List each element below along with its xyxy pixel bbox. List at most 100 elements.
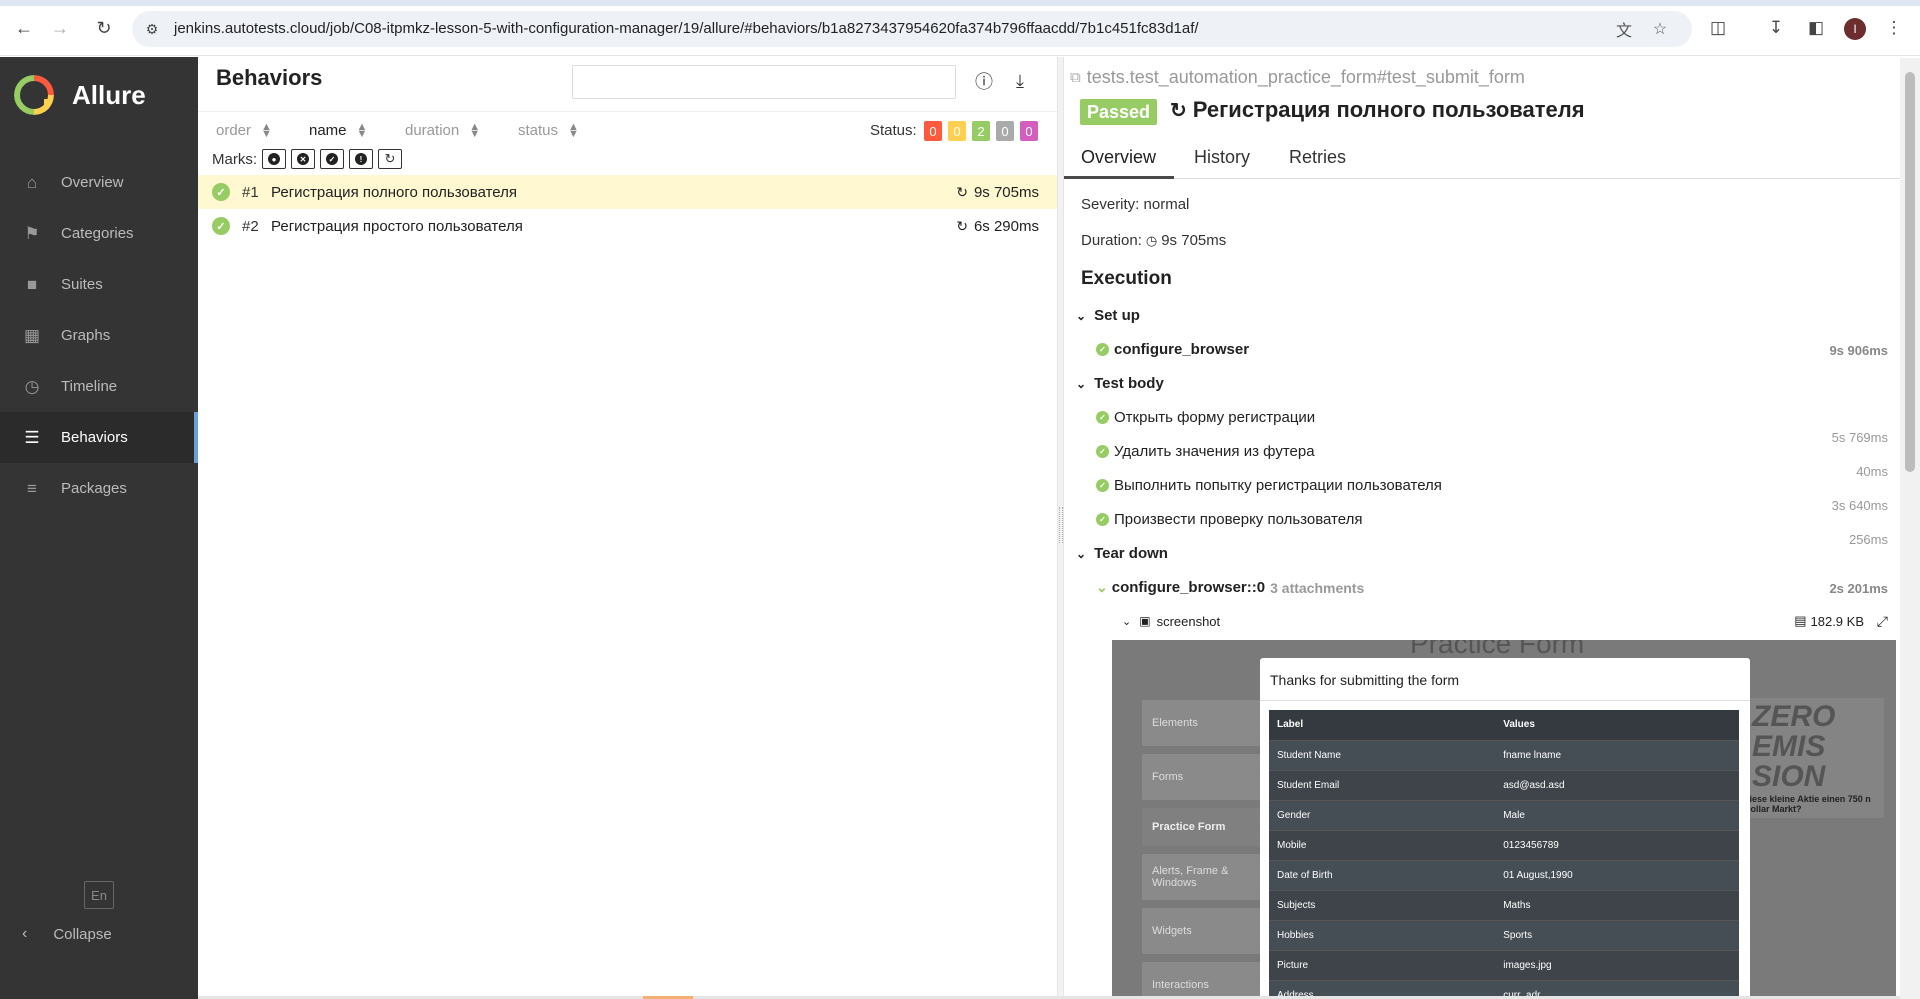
setup-step[interactable]: ✓ configure_browser xyxy=(1096,341,1249,358)
address-bar[interactable]: ⚙ jenkins.autotests.cloud/job/C08-itpmkz… xyxy=(132,11,1692,47)
table-row: Student Name fname lname xyxy=(1269,740,1739,771)
row-duration-value: 9s 705ms xyxy=(973,183,1039,201)
table-cell: Hobbies xyxy=(1269,920,1496,951)
profile-avatar[interactable]: I xyxy=(1844,18,1866,40)
table-row: Picture images.jpg xyxy=(1269,950,1739,981)
ad-headline: ZERO EMIS SION xyxy=(1752,700,1836,793)
chevron-down-icon: ⌄ xyxy=(1076,308,1087,323)
sidebar-item-categories[interactable]: ⚑ Categories xyxy=(0,208,198,259)
language-button[interactable]: En xyxy=(84,881,114,909)
brand[interactable]: Allure xyxy=(14,75,146,115)
status-broken-badge[interactable]: 0 xyxy=(948,121,966,141)
sidebar-item-behaviors[interactable]: ☰ Behaviors xyxy=(0,412,198,463)
splitter-grip-icon[interactable] xyxy=(1059,507,1063,543)
sidebar-item-graphs[interactable]: ▦ Graphs xyxy=(0,310,198,361)
sort-duration[interactable]: duration ▲ ▼ xyxy=(405,120,481,140)
screenshot-ad: ZERO EMIS SION diese kleine Aktie einen … xyxy=(1744,698,1884,818)
sidebar-item-suites[interactable]: ■ Suites xyxy=(0,259,198,310)
body-step[interactable]: ✓ Открыть форму регистрации xyxy=(1096,409,1315,426)
sidebar-item-packages[interactable]: ≡ Packages xyxy=(0,463,198,514)
table-row: Mobile 0123456789 xyxy=(1269,830,1739,861)
mark-new-failed-button[interactable]: ✕ xyxy=(291,149,315,169)
table-row: Date of Birth 01 August,1990 xyxy=(1269,860,1739,891)
modal-divider xyxy=(1260,700,1750,701)
menu-kebab-icon[interactable]: ⋮ xyxy=(1880,14,1908,42)
copy-icon[interactable]: ⧉ xyxy=(1070,69,1081,86)
status-unknown-badge[interactable]: 0 xyxy=(1020,121,1038,141)
scrollbar-thumb[interactable] xyxy=(1905,72,1915,472)
sort-name[interactable]: name ▲ ▼ xyxy=(309,121,367,139)
attachment-row[interactable]: ⌄ ▣ screenshot ▤ 182.9 KB ⤢ xyxy=(1122,609,1892,633)
sort-order[interactable]: order ▲ ▼ xyxy=(216,121,272,139)
table-cell: Gender xyxy=(1269,800,1496,831)
passed-check-icon: ✓ xyxy=(1096,411,1109,424)
test-title-text: Регистрация полного пользователя xyxy=(1192,97,1585,122)
times-circle-icon: ✕ xyxy=(297,153,309,165)
status-failed-badge[interactable]: 0 xyxy=(924,121,942,141)
page-scrollbar[interactable] xyxy=(1900,58,1920,999)
download-icon[interactable]: ⤓ xyxy=(1008,69,1032,93)
pane-splitter[interactable] xyxy=(1057,57,1064,999)
status-passed-badge[interactable]: 2 xyxy=(972,121,990,141)
teardown-step[interactable]: ⌄ configure_browser::0 3 attachments xyxy=(1096,579,1364,596)
mark-new-passed-button[interactable]: ✓ xyxy=(320,149,344,169)
info-icon[interactable]: ⓘ xyxy=(972,69,996,93)
step-duration: 3s 640ms xyxy=(1831,498,1888,513)
modal-title: Thanks for submitting the form xyxy=(1270,672,1460,688)
mark-new-broken-button[interactable]: ! xyxy=(349,149,373,169)
sort-status[interactable]: status ▲ ▼ xyxy=(518,121,579,139)
tab-retries[interactable]: Retries xyxy=(1289,147,1346,168)
row-number: #1 xyxy=(242,183,259,201)
chevron-down-icon: ⌄ xyxy=(1096,579,1108,595)
brand-name: Allure xyxy=(72,79,146,110)
body-step[interactable]: ✓ Произвести проверку пользователя xyxy=(1096,511,1362,528)
screenshot-sidenav: Elements Forms Practice Form Alerts, Fra… xyxy=(1142,700,1270,999)
row-name: Регистрация полного пользователя xyxy=(271,183,518,201)
table-cell: Male xyxy=(1495,800,1739,831)
row-duration: ↻ 6s 290ms xyxy=(956,218,1039,235)
step-name: Удалить значения из футера xyxy=(1114,443,1315,460)
sidebar-menu: ⌂ Overview ⚑ Categories ■ Suites ▦ Graph… xyxy=(0,157,198,514)
bomb-icon: ● xyxy=(268,153,280,165)
teardown-group[interactable]: ⌄ Tear down xyxy=(1076,545,1168,562)
sort-label: order xyxy=(216,122,252,139)
file-icon: ▤ xyxy=(1794,613,1807,628)
sort-icon: ▲ ▼ xyxy=(469,120,481,140)
step-name: Открыть форму регистрации xyxy=(1114,409,1316,426)
tree-row[interactable]: ✓ #1 Регистрация полного пользователя ↻ … xyxy=(198,175,1057,209)
status-skipped-badge[interactable]: 0 xyxy=(996,121,1014,141)
check-circle-icon: ✓ xyxy=(326,153,338,165)
sidebar-item-overview[interactable]: ⌂ Overview xyxy=(0,157,198,208)
mark-retries-button[interactable]: ↻ xyxy=(378,149,402,169)
body-step[interactable]: ✓ Удалить значения из футера xyxy=(1096,443,1315,460)
screenshot-preview[interactable]: Practice Form Elements Forms Practice Fo… xyxy=(1112,640,1896,999)
site-info-icon[interactable]: ⚙ xyxy=(142,19,162,39)
body-step[interactable]: ✓ Выполнить попытку регистрации пользова… xyxy=(1096,477,1442,494)
expand-icon[interactable]: ⤢ xyxy=(1877,613,1888,630)
back-icon[interactable]: ← xyxy=(10,14,38,42)
url-text[interactable]: jenkins.autotests.cloud/job/C08-itpmkz-l… xyxy=(174,20,1199,37)
extensions-icon[interactable]: ◫ xyxy=(1704,14,1732,42)
tab-overview[interactable]: Overview xyxy=(1081,147,1156,168)
download-icon[interactable]: ↧ xyxy=(1762,14,1790,42)
stack-icon: ≡ xyxy=(27,478,37,498)
search-input[interactable] xyxy=(572,65,956,99)
test-path-text: tests.test_automation_practice_form#test… xyxy=(1086,67,1525,87)
severity: Severity: normal xyxy=(1081,196,1190,213)
side-panel-icon[interactable]: ◧ xyxy=(1802,14,1830,42)
translate-icon[interactable]: 文 xyxy=(1612,17,1636,41)
forward-icon[interactable]: → xyxy=(46,14,74,42)
tab-history[interactable]: History xyxy=(1194,147,1250,168)
setup-group[interactable]: ⌄ Set up xyxy=(1076,307,1140,324)
bookmark-star-icon[interactable]: ☆ xyxy=(1648,17,1672,41)
table-cell: Maths xyxy=(1495,890,1739,921)
status-label: Status: xyxy=(870,122,917,139)
mark-flaky-button[interactable]: ● xyxy=(262,149,286,169)
sidebar-item-timeline[interactable]: ◷ Timeline xyxy=(0,361,198,412)
table-cell: images.jpg xyxy=(1495,950,1739,981)
reload-icon[interactable]: ↻ xyxy=(90,14,118,42)
collapse-button[interactable]: ‹ Collapse xyxy=(22,925,112,943)
refresh-icon: ↻ xyxy=(1170,99,1187,122)
test-body-group[interactable]: ⌄ Test body xyxy=(1076,375,1164,392)
tree-row[interactable]: ✓ #2 Регистрация простого пользователя ↻… xyxy=(198,209,1057,243)
